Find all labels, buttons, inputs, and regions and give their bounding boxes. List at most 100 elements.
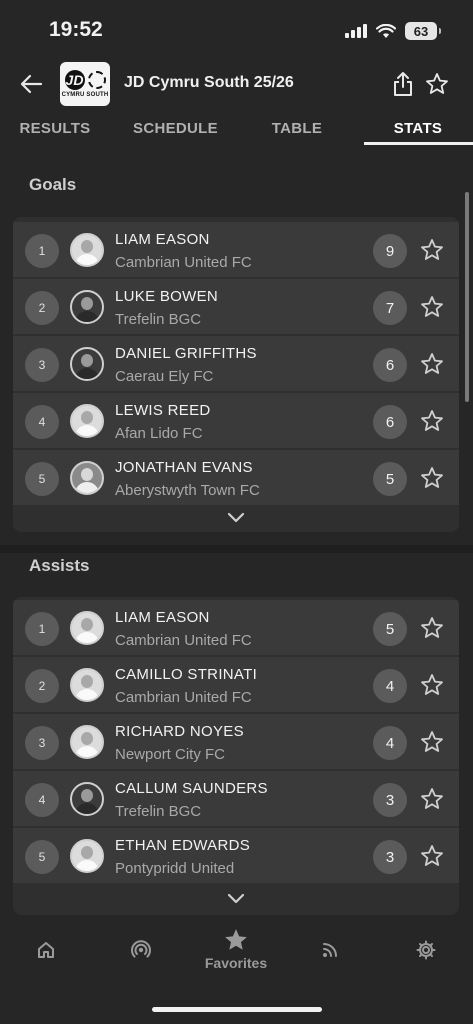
assists-row-2[interactable]: 2 CAMILLO STRINATI Cambrian United FC 4 <box>13 657 459 712</box>
rank-badge: 3 <box>25 348 59 382</box>
goals-card: 1 LIAM EASON Cambrian United FC 9 2 LUKE… <box>13 217 459 532</box>
tab-table[interactable]: TABLE <box>264 120 330 148</box>
goals-row-4[interactable]: 4 LEWIS REED Afan Lido FC 6 <box>13 393 459 448</box>
chevron-down-icon <box>227 512 245 523</box>
rank-badge: 2 <box>25 669 59 703</box>
nav-feed[interactable] <box>310 935 350 965</box>
player-avatar <box>70 461 104 495</box>
star-outline-icon <box>421 296 443 317</box>
league-logo-mark: JD <box>64 70 85 90</box>
favorite-player-button[interactable] <box>418 350 446 378</box>
broadcast-icon <box>131 940 151 958</box>
player-name: CAMILLO STRINATI <box>115 666 258 683</box>
favorite-player-button[interactable] <box>418 464 446 492</box>
rank-badge: 2 <box>25 291 59 325</box>
star-outline-icon <box>421 617 443 638</box>
battery-icon: 63 <box>405 22 441 40</box>
player-avatar <box>70 347 104 381</box>
player-team: Pontypridd United <box>115 860 235 877</box>
favorite-league-button[interactable] <box>423 69 451 99</box>
scrollbar[interactable] <box>465 192 469 402</box>
goals-count: 7 <box>373 291 407 325</box>
tab-schedule[interactable]: SCHEDULE <box>128 120 223 148</box>
page-title: JD Cymru South 25/26 <box>124 74 294 91</box>
goals-row-3[interactable]: 3 DANIEL GRIFFITHS Caerau Ely FC 6 <box>13 336 459 391</box>
goals-row-1[interactable]: 1 LIAM EASON Cambrian United FC 9 <box>13 222 459 277</box>
goals-row-5[interactable]: 5 JONATHAN EVANS Aberystwyth Town FC 5 <box>13 450 459 505</box>
player-avatar <box>70 668 104 702</box>
assists-row-3[interactable]: 3 RICHARD NOYES Newport City FC 4 <box>13 714 459 769</box>
favorite-player-button[interactable] <box>418 236 446 264</box>
player-avatar <box>70 611 104 645</box>
rank-badge: 1 <box>25 234 59 268</box>
player-name: LIAM EASON <box>115 609 210 626</box>
assists-count: 3 <box>373 783 407 817</box>
home-indicator <box>152 1007 322 1012</box>
star-outline-icon <box>421 410 443 431</box>
rank-badge: 4 <box>25 405 59 439</box>
player-name: ETHAN EDWARDS <box>115 837 251 854</box>
arrow-left-icon <box>20 74 43 94</box>
star-outline-icon <box>421 353 443 374</box>
player-team: Afan Lido FC <box>115 425 203 442</box>
goals-count: 9 <box>373 234 407 268</box>
assists-expand-button[interactable] <box>13 885 459 911</box>
star-outline-icon <box>421 467 443 488</box>
player-avatar <box>70 839 104 873</box>
league-emblem-icon <box>87 71 106 89</box>
chevron-down-icon <box>227 893 245 904</box>
goals-section-title: Goals <box>29 175 77 194</box>
player-avatar <box>70 404 104 438</box>
league-logo: JD CYMRU SOUTH <box>60 62 110 106</box>
goals-count: 6 <box>373 348 407 382</box>
goals-row-2[interactable]: 2 LUKE BOWEN Trefelin BGC 7 <box>13 279 459 334</box>
assists-count: 4 <box>373 726 407 760</box>
assists-row-4[interactable]: 4 CALLUM SAUNDERS Trefelin BGC 3 <box>13 771 459 826</box>
nav-settings[interactable] <box>406 935 446 965</box>
player-team: Cambrian United FC <box>115 632 252 649</box>
player-avatar <box>70 290 104 324</box>
player-name: CALLUM SAUNDERS <box>115 780 268 797</box>
rss-icon <box>323 943 337 957</box>
player-name: RICHARD NOYES <box>115 723 244 740</box>
favorite-player-button[interactable] <box>418 728 446 756</box>
assists-row-5[interactable]: 5 ETHAN EDWARDS Pontypridd United 3 <box>13 828 459 883</box>
section-divider <box>0 545 473 553</box>
favorite-player-button[interactable] <box>418 407 446 435</box>
player-team: Caerau Ely FC <box>115 368 214 385</box>
nav-favorites[interactable]: Favorites <box>190 927 282 971</box>
player-team: Aberystwyth Town FC <box>115 482 260 499</box>
gear-icon <box>416 940 436 960</box>
star-filled-icon <box>225 929 247 950</box>
star-outline-icon <box>421 731 443 752</box>
assists-count: 4 <box>373 669 407 703</box>
player-team: Cambrian United FC <box>115 254 252 271</box>
player-name: LUKE BOWEN <box>115 288 219 305</box>
status-icons: 63 <box>345 22 441 40</box>
player-name: JONATHAN EVANS <box>115 459 253 476</box>
status-time: 19:52 <box>49 18 103 41</box>
favorite-player-button[interactable] <box>418 671 446 699</box>
assists-count: 3 <box>373 840 407 874</box>
favorite-player-button[interactable] <box>418 785 446 813</box>
share-button[interactable] <box>389 69 417 99</box>
star-outline-icon <box>421 239 443 260</box>
player-avatar <box>70 233 104 267</box>
home-icon <box>38 942 54 958</box>
tab-results[interactable]: RESULTS <box>14 120 96 148</box>
rank-badge: 1 <box>25 612 59 646</box>
nav-favorites-label: Favorites <box>204 955 268 971</box>
player-team: Cambrian United FC <box>115 689 252 706</box>
star-outline-icon <box>421 674 443 695</box>
back-button[interactable] <box>16 70 46 98</box>
nav-home[interactable] <box>26 935 66 965</box>
nav-live[interactable] <box>121 935 161 965</box>
star-outline-icon <box>426 73 448 94</box>
assists-row-1[interactable]: 1 LIAM EASON Cambrian United FC 5 <box>13 600 459 655</box>
favorite-player-button[interactable] <box>418 614 446 642</box>
favorite-player-button[interactable] <box>418 842 446 870</box>
assists-count: 5 <box>373 612 407 646</box>
goals-expand-button[interactable] <box>13 504 459 530</box>
league-logo-caption: CYMRU SOUTH <box>61 92 109 98</box>
favorite-player-button[interactable] <box>418 293 446 321</box>
